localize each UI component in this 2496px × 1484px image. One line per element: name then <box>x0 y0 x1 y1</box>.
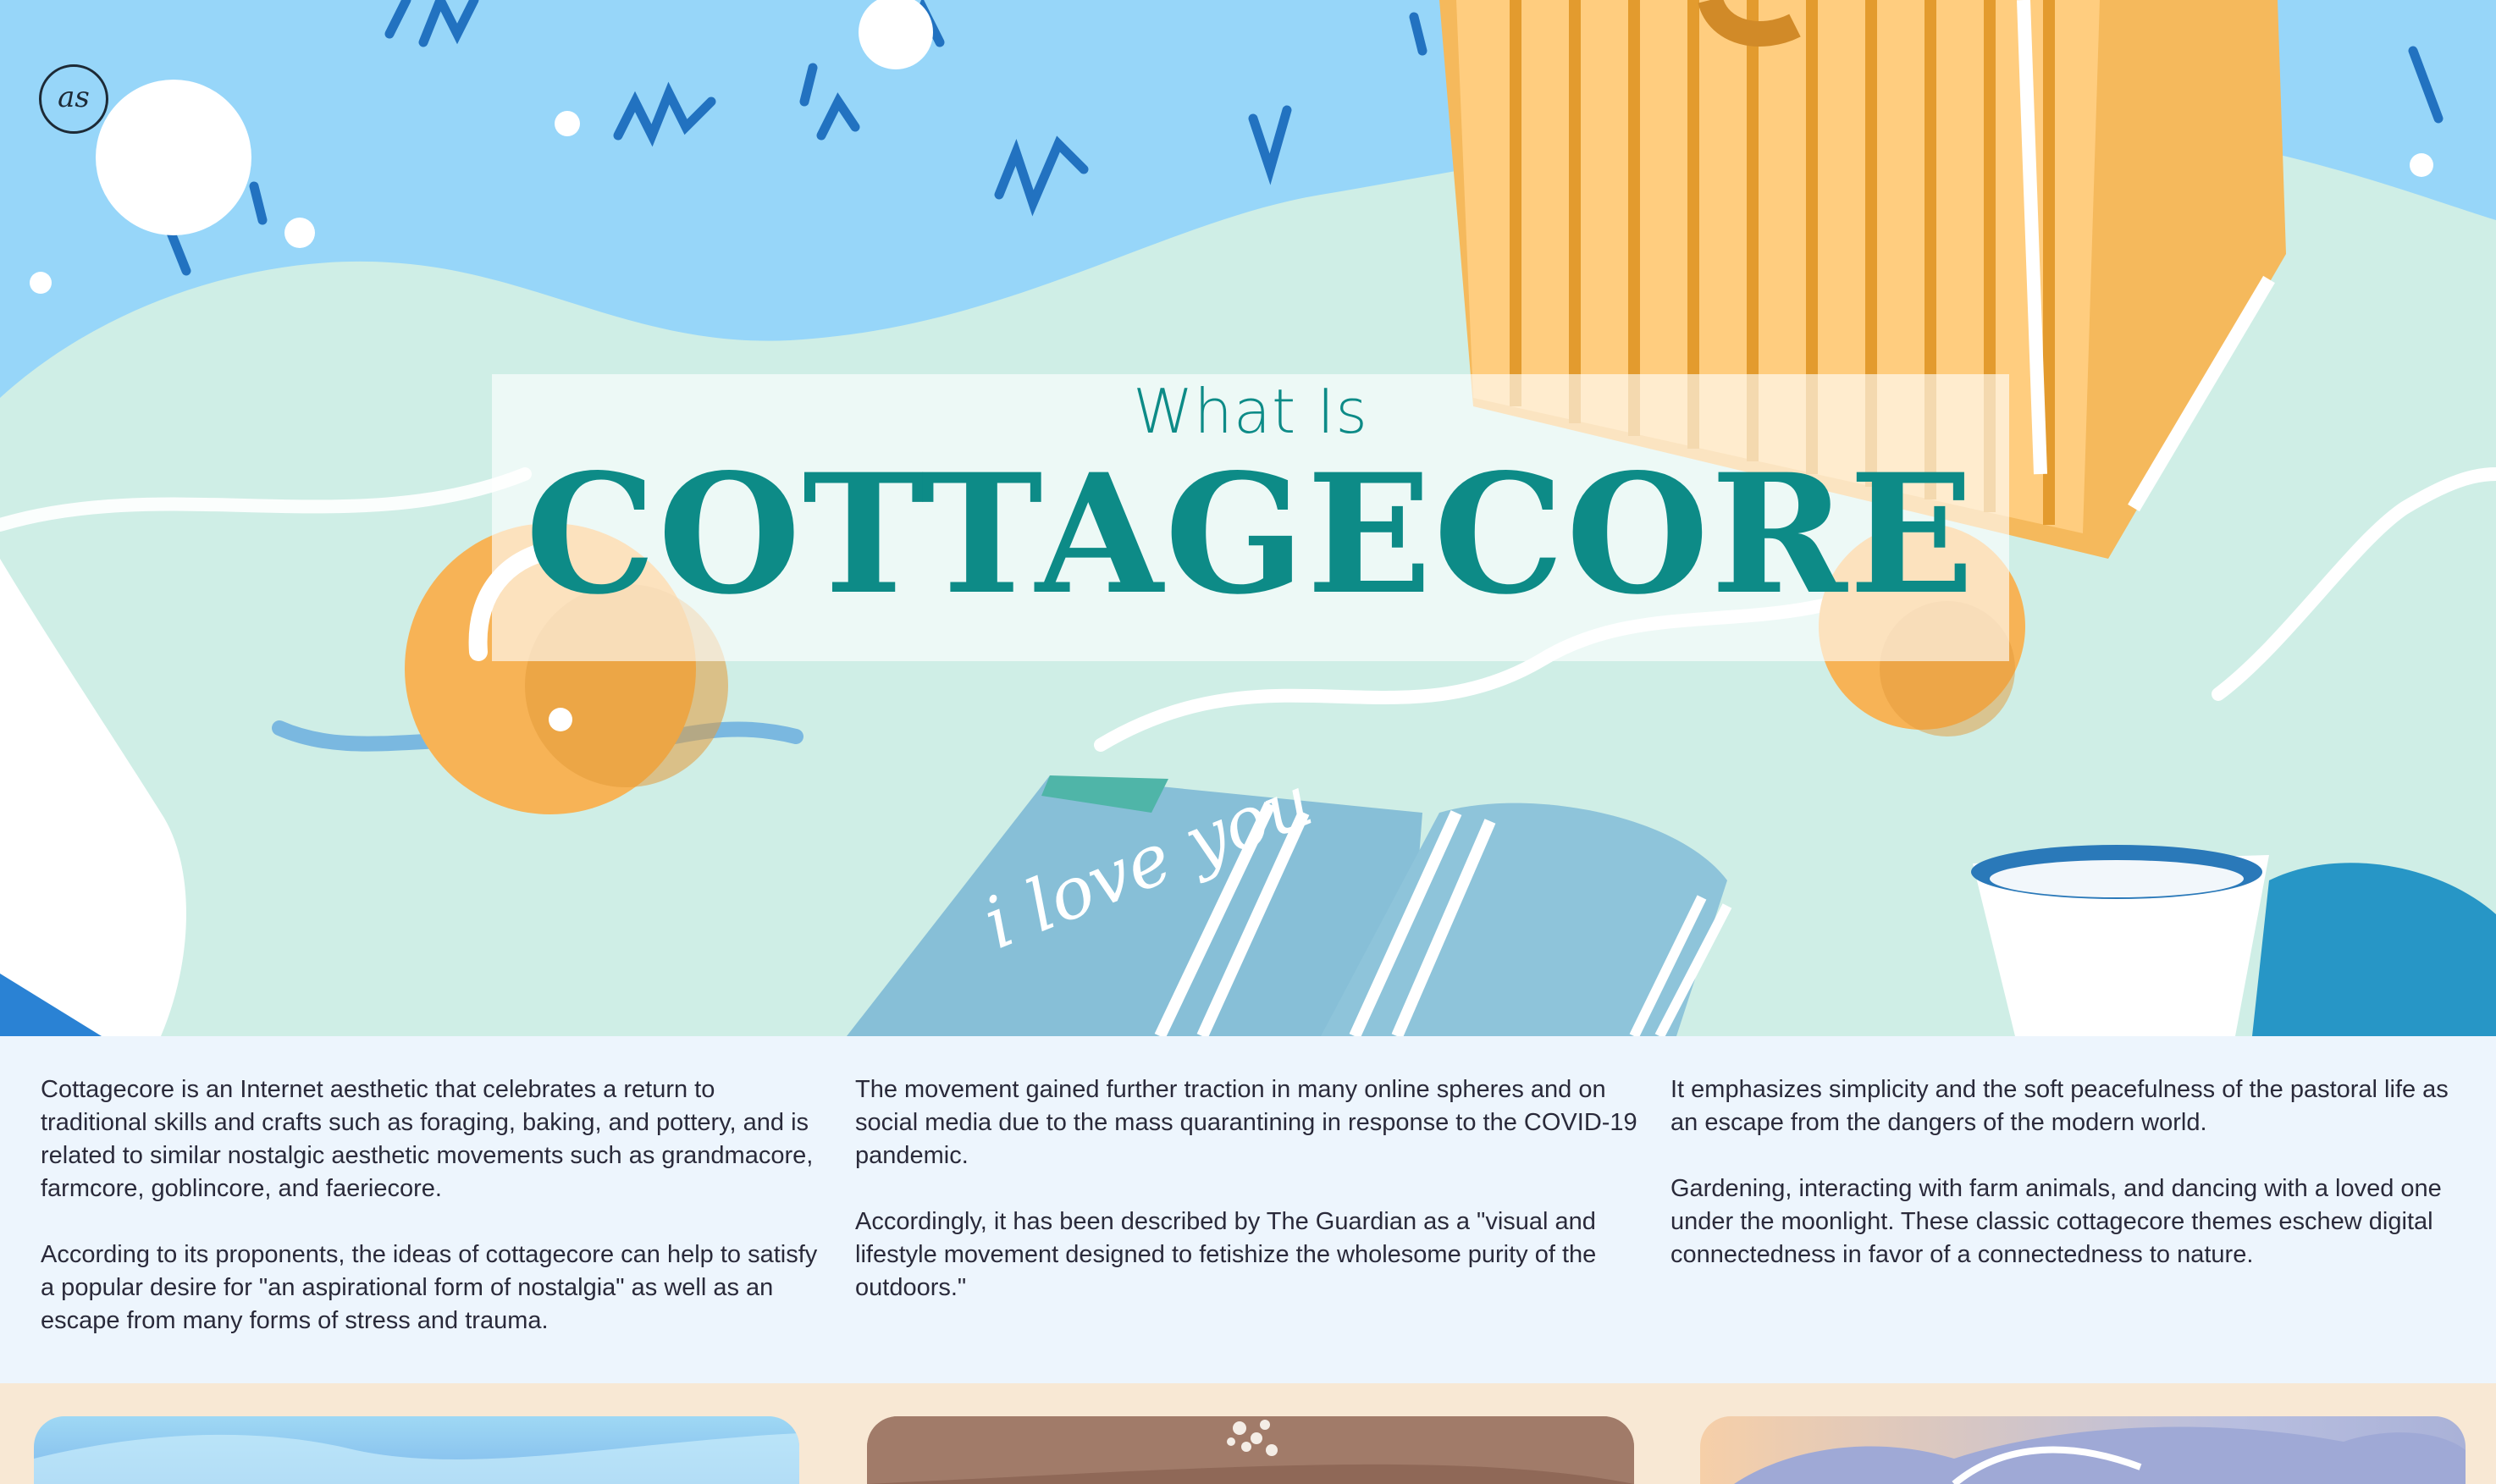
feature-card-1-image <box>34 1433 799 1484</box>
intro-paragraph: It emphasizes simplicity and the soft pe… <box>1670 1076 2449 1136</box>
hero-banner: i love you as What Is COTTAGECORE <box>0 0 2496 1036</box>
site-logo[interactable]: as <box>39 64 108 134</box>
intro-column-1: Cottagecore is an Internet aesthetic tha… <box>41 1073 828 1371</box>
intro-paragraph: The movement gained further traction in … <box>855 1076 1637 1169</box>
feature-card-2[interactable] <box>867 1416 1634 1484</box>
logo-text: as <box>58 80 90 114</box>
intro-paragraph: According to its proponents, the ideas o… <box>41 1241 818 1334</box>
page-title: COTTAGECORE <box>525 438 1976 631</box>
intro-paragraph: Cottagecore is an Internet aesthetic tha… <box>41 1076 814 1202</box>
intro-section: Cottagecore is an Internet aesthetic tha… <box>0 1036 2496 1383</box>
intro-column-2: The movement gained further traction in … <box>855 1073 1643 1338</box>
feature-card-3-image <box>1734 1426 2466 1484</box>
intro-column-3: It emphasizes simplicity and the soft pe… <box>1670 1073 2458 1305</box>
feature-card-3[interactable] <box>1700 1416 2466 1484</box>
title-panel: What Is COTTAGECORE <box>492 374 2009 661</box>
feature-card-1[interactable] <box>34 1416 799 1484</box>
teacup <box>1971 845 2496 1036</box>
intro-paragraph: Accordingly, it has been described by Th… <box>855 1208 1597 1301</box>
intro-paragraph: Gardening, interacting with farm animals… <box>1670 1175 2442 1268</box>
page-subtitle: What Is <box>1133 376 1368 447</box>
feature-card-2-image <box>867 1416 1634 1484</box>
